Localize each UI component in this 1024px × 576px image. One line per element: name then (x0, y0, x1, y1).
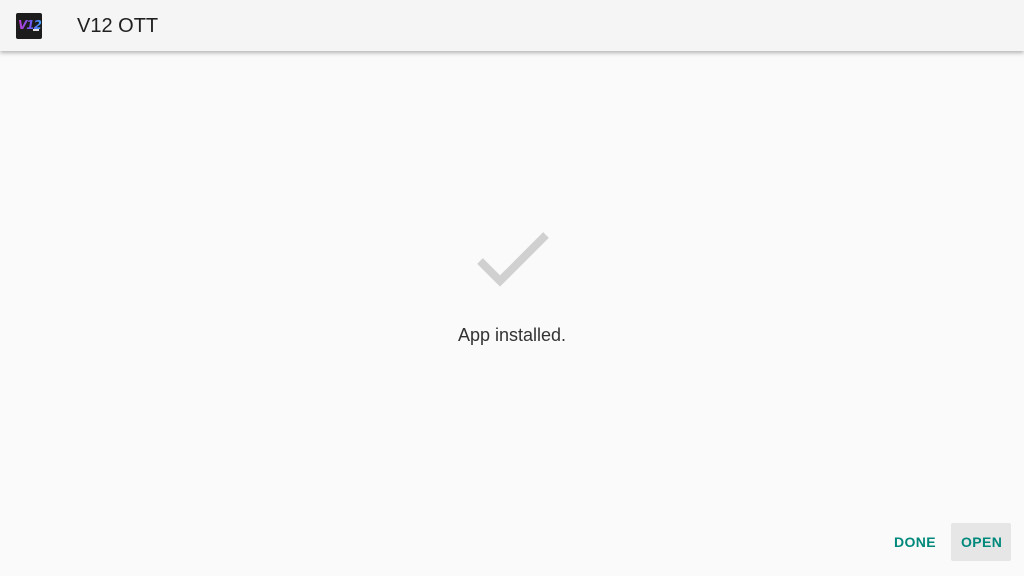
install-status-message: App installed. (457, 325, 567, 345)
open-button[interactable]: OPEN (951, 523, 1011, 561)
app-title: V12 OTT (77, 15, 159, 37)
done-button[interactable]: DONE (884, 523, 942, 561)
checkmark-icon (477, 232, 549, 287)
app-logo-icon: V12 (16, 13, 42, 39)
app-bar: V12 V12 OTT (0, 0, 1024, 51)
install-status-panel: App installed. DONE OPEN (0, 51, 1024, 576)
app-logo-underline (33, 29, 39, 31)
